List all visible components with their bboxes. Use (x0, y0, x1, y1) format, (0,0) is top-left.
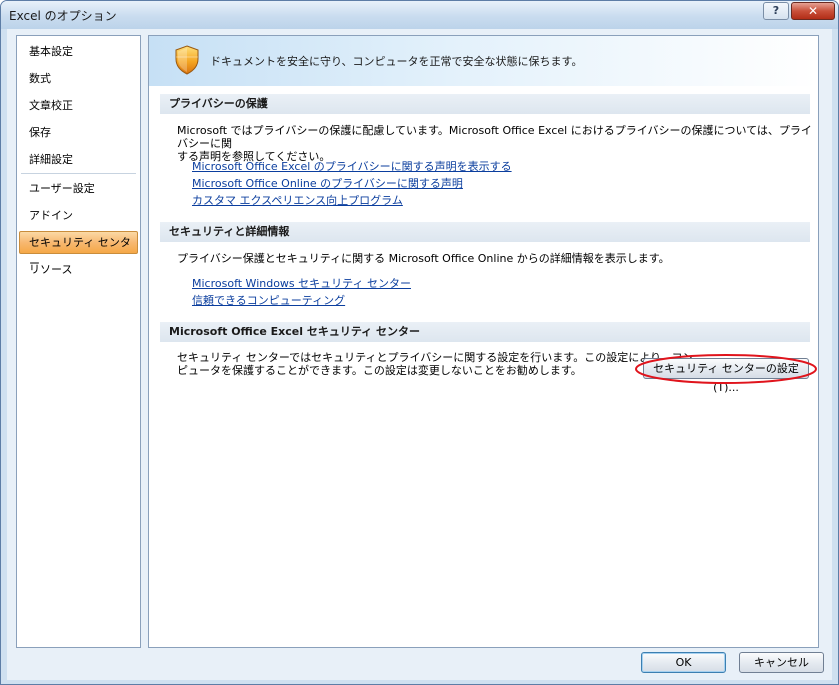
excel-privacy-statement-link[interactable]: Microsoft Office Excel のプライバシーに関する声明を表示す… (192, 158, 512, 174)
trustworthy-computing-link[interactable]: 信頼できるコンピューティング (192, 292, 345, 308)
options-dialog: Excel のオプション ? ✕ 基本設定 数式 文章校正 保存 詳細設定 ユー… (0, 0, 839, 685)
dialog-body: 基本設定 数式 文章校正 保存 詳細設定 ユーザー設定 アドイン セキュリティ … (7, 29, 832, 680)
sidebar-item-save[interactable]: 保存 (19, 121, 138, 144)
shield-icon (175, 45, 199, 75)
category-sidebar: 基本設定 数式 文章校正 保存 詳細設定 ユーザー設定 アドイン セキュリティ … (16, 35, 141, 648)
security-section-header: セキュリティと詳細情報 (160, 222, 810, 242)
trust-center-description-line2: ピュータを保護することができます。この設定は変更しないことをお勧めします。 (177, 364, 582, 377)
sidebar-item-resources[interactable]: リソース (19, 258, 138, 281)
sidebar-item-trust-center[interactable]: セキュリティ センター (19, 231, 138, 270)
privacy-section-header: プライバシーの保護 (160, 94, 810, 114)
sidebar-divider (21, 173, 136, 174)
help-button[interactable]: ? (763, 2, 789, 20)
office-online-privacy-link[interactable]: Microsoft Office Online のプライバシーに関する声明 (192, 175, 463, 191)
privacy-description-line1: Microsoft ではプライバシーの保護に配慮しています。Microsoft … (177, 124, 812, 150)
banner-text: ドキュメントを安全に守り、コンピュータを正常で安全な状態に保ちます。 (210, 55, 583, 68)
ceip-link[interactable]: カスタマ エクスペリエンス向上プログラム (192, 192, 403, 208)
close-button[interactable]: ✕ (791, 2, 835, 20)
trust-center-description-line1: セキュリティ センターではセキュリティとプライバシーに関する設定を行います。この… (177, 351, 694, 364)
trust-center-settings-button[interactable]: セキュリティ センターの設定(T)... (643, 358, 809, 394)
trust-center-section-header: Microsoft Office Excel セキュリティ センター (160, 322, 810, 342)
security-description: プライバシー保護とセキュリティに関する Microsoft Office Onl… (177, 252, 670, 265)
window-title: Excel のオプション (9, 9, 117, 23)
sidebar-item-advanced[interactable]: 詳細設定 (19, 148, 138, 171)
content-panel: ドキュメントを安全に守り、コンピュータを正常で安全な状態に保ちます。 プライバシ… (148, 35, 819, 648)
ok-button[interactable]: OK (641, 652, 726, 673)
windows-security-center-link[interactable]: Microsoft Windows セキュリティ センター (192, 275, 411, 291)
sidebar-item-addins[interactable]: アドイン (19, 204, 138, 227)
title-bar[interactable]: Excel のオプション ? ✕ (1, 1, 838, 29)
sidebar-item-customize[interactable]: ユーザー設定 (19, 177, 138, 200)
cancel-button[interactable]: キャンセル (739, 652, 824, 673)
sidebar-item-basic[interactable]: 基本設定 (19, 40, 138, 63)
sidebar-item-formulas[interactable]: 数式 (19, 67, 138, 90)
trust-center-description: セキュリティ センターではセキュリティとプライバシーに関する設定を行います。この… (177, 351, 694, 377)
header-banner: ドキュメントを安全に守り、コンピュータを正常で安全な状態に保ちます。 (149, 36, 818, 86)
sidebar-item-proofing[interactable]: 文章校正 (19, 94, 138, 117)
